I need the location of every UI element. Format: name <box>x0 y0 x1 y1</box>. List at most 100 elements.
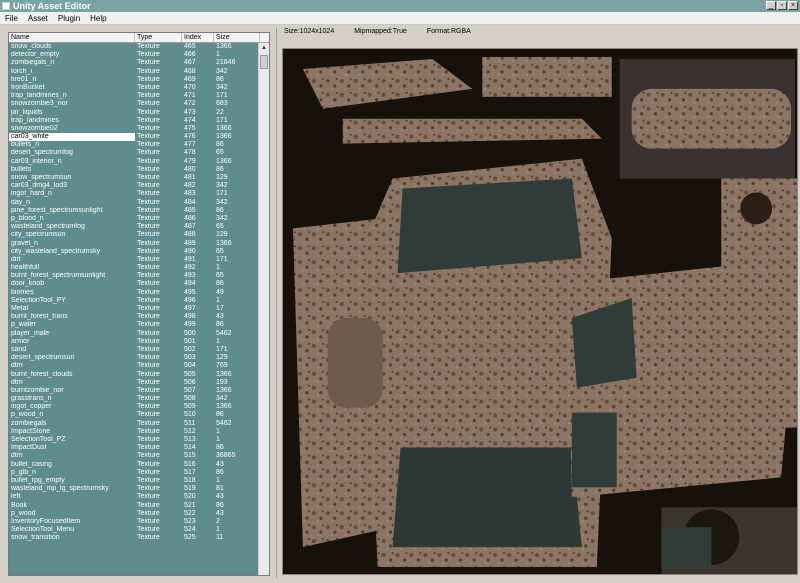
asset-row[interactable]: bullet_casing Texture 516 43 <box>9 461 260 469</box>
asset-list[interactable]: Name Type Index Size snow_clouds Texture 4… <box>8 32 270 576</box>
minimize-button[interactable]: _ <box>766 1 776 10</box>
row-size: 43 <box>216 493 224 501</box>
list-header: Name Type Index Size <box>9 33 269 43</box>
asset-row[interactable]: desert_spectrumfog Texture 478 65 <box>9 149 260 157</box>
row-name: healthfull <box>11 264 40 272</box>
asset-row[interactable]: Metal Texture 497 17 <box>9 305 260 313</box>
asset-row[interactable]: desert_spectrumsun Texture 503 129 <box>9 354 260 362</box>
asset-row[interactable]: IronBucket Texture 470 342 <box>9 84 260 92</box>
asset-row[interactable]: bullet_rpg_empty Texture 518 1 <box>9 477 260 485</box>
menu-asset[interactable]: Asset <box>23 14 53 23</box>
menu-help[interactable]: Help <box>85 14 111 23</box>
row-size: 81 <box>216 485 224 493</box>
asset-row[interactable]: player_male Texture 500 5462 <box>9 330 260 338</box>
asset-row[interactable]: biomes Texture 495 49 <box>9 289 260 297</box>
asset-row[interactable]: torch_i Texture 468 342 <box>9 68 260 76</box>
row-index: 516 <box>184 460 196 468</box>
row-index: 484 <box>184 198 196 206</box>
row-index: 494 <box>184 280 196 288</box>
menu-file[interactable]: File <box>0 14 23 23</box>
asset-row[interactable]: healthfull Texture 492 1 <box>9 264 260 272</box>
asset-row[interactable]: car03_interior_n Texture 479 1366 <box>9 158 260 166</box>
row-index: 477 <box>184 141 196 149</box>
asset-row[interactable]: SelectionTool_PZ Texture 513 1 <box>9 436 260 444</box>
asset-row[interactable]: tire01_n Texture 469 86 <box>9 76 260 84</box>
row-name: bullets <box>11 165 32 173</box>
asset-row[interactable]: p_wood_n Texture 510 86 <box>9 411 260 419</box>
row-type: Texture <box>137 460 160 468</box>
row-size: 1 <box>216 526 220 534</box>
asset-row[interactable]: door_knob Texture 494 86 <box>9 280 260 288</box>
asset-row[interactable]: snow_spectrumsun Texture 481 129 <box>9 174 260 182</box>
asset-row[interactable]: armor Texture 501 1 <box>9 338 260 346</box>
column-header-index[interactable]: Index <box>182 33 214 42</box>
column-header-size[interactable]: Size <box>214 33 260 42</box>
asset-row[interactable]: burntzombie_nor Texture 507 1366 <box>9 387 260 395</box>
asset-row[interactable]: p_wood Texture 522 43 <box>9 510 260 518</box>
title-bar[interactable]: Unity Asset Editor _ ▫ × <box>0 0 800 12</box>
asset-row[interactable]: snowzombie02 Texture 475 1366 <box>9 125 260 133</box>
asset-row[interactable]: dirt Texture 491 171 <box>9 256 260 264</box>
row-size: 1366 <box>216 386 232 394</box>
maximize-button[interactable]: ▫ <box>777 1 787 10</box>
asset-row[interactable]: bullets Texture 480 86 <box>9 166 260 174</box>
asset-row[interactable]: sand Texture 502 171 <box>9 346 260 354</box>
asset-row[interactable]: burnt_forest_spectrumsunlight Texture 493 6… <box>9 272 260 280</box>
asset-row[interactable]: jar_liquids Texture 473 22 <box>9 109 260 117</box>
asset-row[interactable]: ImpactStone Texture 512 1 <box>9 428 260 436</box>
panel-splitter[interactable] <box>276 28 277 578</box>
scroll-up-arrow-icon[interactable]: ▲ <box>259 43 269 53</box>
asset-row[interactable]: burnt_forest_clouds Texture 505 1366 <box>9 371 260 379</box>
asset-row[interactable]: city_spectrumsun Texture 488 129 <box>9 231 260 239</box>
row-type: Texture <box>137 517 160 525</box>
menu-plugin[interactable]: Plugin <box>53 14 85 23</box>
asset-row[interactable]: InventoryFocusedItem Texture 523 2 <box>9 518 260 526</box>
asset-row[interactable]: trap_landmines Texture 474 171 <box>9 117 260 125</box>
asset-row[interactable]: SelectionTool_Menu Texture 524 1 <box>9 526 260 534</box>
asset-row[interactable]: bullets_n Texture 477 86 <box>9 141 260 149</box>
row-name: Metal <box>11 305 29 312</box>
asset-row[interactable]: snowzombie3_nor Texture 472 683 <box>9 100 260 108</box>
asset-row[interactable]: detector_empty Texture 466 1 <box>9 51 260 59</box>
row-type: Texture <box>137 329 160 337</box>
asset-row[interactable]: SelectionTool_PY Texture 496 1 <box>9 297 260 305</box>
row-index: 482 <box>184 182 196 190</box>
asset-row[interactable]: gravel_n Texture 489 1366 <box>9 240 260 248</box>
asset-row[interactable]: snow_transition Texture 525 11 <box>9 534 260 542</box>
asset-row[interactable]: car03_dmg4_lod3 Texture 482 342 <box>9 182 260 190</box>
car-texture-image <box>283 49 797 574</box>
row-name: p_wood_n <box>11 411 44 419</box>
asset-row[interactable]: zombiegals Texture 511 5462 <box>9 420 260 428</box>
asset-row[interactable]: dtm Texture 515 36865 <box>9 452 260 460</box>
asset-row[interactable]: snow_clouds Texture 465 1366 <box>9 43 260 51</box>
asset-row[interactable]: city_wasteland_spectrumsky Texture 490 65 <box>9 248 260 256</box>
asset-row[interactable]: Book Texture 521 86 <box>9 502 260 510</box>
row-index: 525 <box>184 534 196 542</box>
asset-row[interactable]: grasstrans_n Texture 508 342 <box>9 395 260 403</box>
asset-row[interactable]: p_glb_n Texture 517 86 <box>9 469 260 477</box>
asset-row[interactable]: day_n Texture 484 342 <box>9 199 260 207</box>
scroll-thumb[interactable] <box>260 55 268 69</box>
asset-row[interactable]: pine_forest_spectrumsunlight Texture 485 86 <box>9 207 260 215</box>
asset-row[interactable]: wasteland_mp_lg_spectrumsky Texture 519 81 <box>9 485 260 493</box>
column-header-type[interactable]: Type <box>135 33 182 42</box>
list-scrollbar[interactable]: ▲ <box>258 43 269 575</box>
asset-row[interactable]: wasteland_spectrumfog Texture 487 65 <box>9 223 260 231</box>
asset-row[interactable]: dtm Texture 504 769 <box>9 362 260 370</box>
row-name: ingot_copper <box>11 403 52 411</box>
asset-row[interactable]: burnt_forest_trans Texture 498 43 <box>9 313 260 321</box>
row-index: 492 <box>184 264 196 272</box>
asset-row[interactable]: ingot_hard_n Texture 483 171 <box>9 190 260 198</box>
asset-row[interactable]: p_water Texture 499 86 <box>9 321 260 329</box>
asset-row[interactable]: dtm Texture 506 193 <box>9 379 260 387</box>
asset-row[interactable]: ImpactDust Texture 514 86 <box>9 444 260 452</box>
asset-row[interactable]: car03_white Texture 476 1366 <box>9 133 260 142</box>
asset-row[interactable]: trap_landmines_n Texture 471 171 <box>9 92 260 100</box>
asset-row[interactable]: ingot_copper Texture 509 1366 <box>9 403 260 411</box>
close-button[interactable]: × <box>788 1 798 10</box>
row-name: snow_transition <box>11 534 60 542</box>
column-header-name[interactable]: Name <box>9 33 135 42</box>
asset-row[interactable]: left Texture 520 43 <box>9 493 260 501</box>
asset-row[interactable]: zombiegals_n Texture 467 21846 <box>9 59 260 67</box>
asset-row[interactable]: p_blood_n Texture 486 342 <box>9 215 260 223</box>
